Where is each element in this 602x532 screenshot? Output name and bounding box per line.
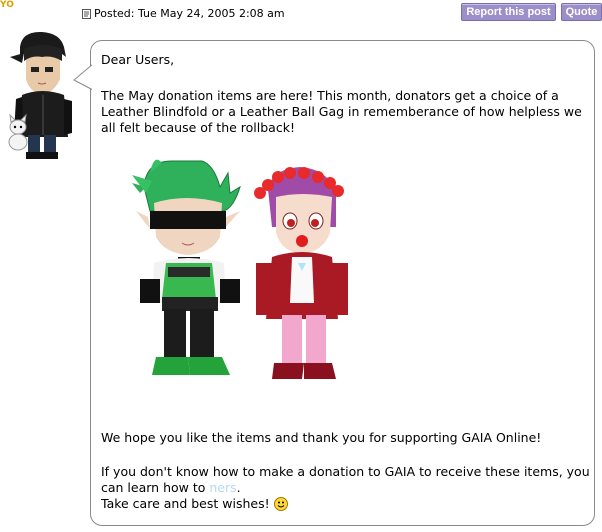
user-avatar[interactable] [2,27,82,162]
smiley-icon [273,497,288,511]
message-greeting: Dear Users, [101,52,175,67]
closing-text: Take care and best wishes! [101,496,270,511]
document-icon [82,8,91,19]
donation-text-end: . [236,480,241,495]
quote-button[interactable]: Quote [561,3,602,21]
message-paragraph: If you don't know how to make a donation… [101,464,591,512]
donation-help-link[interactable]: ners [209,480,236,495]
report-post-button[interactable]: Report this post [461,3,556,21]
bubble-tail [73,60,94,100]
message-paragraph: We hope you like the items and thank you… [101,430,542,445]
post-username[interactable]: YO [0,0,14,10]
donation-text: If you don't know how to make a donation… [101,464,590,495]
post-date-label: Posted: Tue May 24, 2005 2:08 am [94,7,285,20]
donation-items-illustration [132,159,348,379]
message-paragraph: The May donation items are here! This mo… [101,88,582,135]
post-date: Posted: Tue May 24, 2005 2:08 am [82,7,285,20]
